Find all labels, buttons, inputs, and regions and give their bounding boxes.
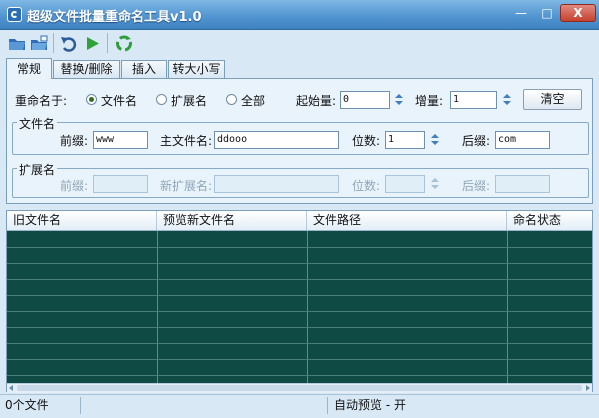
tab-replace-delete[interactable]: 替换/删除 <box>53 60 120 78</box>
ext-prefix-input[interactable] <box>93 175 148 193</box>
scroll-left-icon[interactable] <box>9 385 13 391</box>
ext-digits-input[interactable] <box>385 175 425 193</box>
rename-target-label: 重命名于: <box>15 94 68 108</box>
grid-row-line <box>7 327 592 328</box>
status-divider <box>327 397 328 414</box>
grid-row-line <box>7 343 592 344</box>
radio-filename[interactable] <box>86 94 97 105</box>
spin-down-icon[interactable] <box>501 100 513 108</box>
suffix-input[interactable]: com <box>495 131 550 149</box>
main-name-input[interactable]: ddooo <box>214 131 339 149</box>
spin-down-icon[interactable] <box>429 140 441 148</box>
open-folder-icon[interactable] <box>8 35 26 52</box>
recycle-icon[interactable] <box>115 35 133 52</box>
grid-row-line <box>7 263 592 264</box>
toolbar-separator <box>107 33 108 53</box>
tab-insert[interactable]: 插入 <box>121 60 167 78</box>
spin-up-icon[interactable] <box>429 132 441 140</box>
radio-all[interactable] <box>226 94 237 105</box>
prefix-label: 前缀: <box>60 134 89 148</box>
clear-button[interactable]: 清空 <box>523 89 582 110</box>
app-icon <box>7 7 22 22</box>
ext-digits-spinner[interactable] <box>429 176 441 192</box>
digits-spinner[interactable] <box>429 132 441 148</box>
grid-row-line <box>7 247 592 248</box>
filename-group-title: 文件名 <box>17 115 58 132</box>
window-title: 超级文件批量重命名工具v1.0 <box>27 10 202 25</box>
radio-extension[interactable] <box>156 94 167 105</box>
close-button[interactable]: X <box>560 4 596 22</box>
horizontal-scrollbar[interactable] <box>7 383 592 393</box>
ext-suffix-input[interactable] <box>495 175 550 193</box>
minimize-button[interactable]: — <box>510 4 532 22</box>
main-name-label: 主文件名: <box>160 134 213 148</box>
grid-row-line <box>7 359 592 360</box>
table-header: 旧文件名 预览新文件名 文件路径 命名状态 <box>7 211 592 231</box>
toolbar-separator <box>53 33 54 53</box>
step-input[interactable]: 1 <box>450 91 497 109</box>
grid-column-line <box>307 231 308 383</box>
grid-row-line <box>7 279 592 280</box>
radio-extension-label[interactable]: 扩展名 <box>171 92 207 109</box>
spin-up-icon[interactable] <box>501 92 513 100</box>
extension-group-title: 扩展名 <box>17 161 58 178</box>
spin-down-icon[interactable] <box>429 184 441 192</box>
digits-input[interactable]: 1 <box>385 131 425 149</box>
spin-down-icon[interactable] <box>393 100 405 108</box>
maximize-button[interactable]: □ <box>536 4 558 22</box>
step-spinner[interactable] <box>501 92 513 108</box>
radio-filename-label[interactable]: 文件名 <box>101 92 137 109</box>
file-table[interactable]: 旧文件名 预览新文件名 文件路径 命名状态 <box>6 210 593 393</box>
run-icon[interactable] <box>84 35 102 52</box>
status-bar <box>0 394 599 418</box>
column-header-status[interactable]: 命名状态 <box>507 211 592 230</box>
grid-row-line <box>7 375 592 376</box>
add-folder-icon[interactable] <box>30 35 48 52</box>
ext-suffix-label: 后缀: <box>462 179 491 193</box>
prefix-input[interactable]: www <box>93 131 148 149</box>
scroll-right-icon[interactable] <box>586 385 590 391</box>
grid-column-line <box>157 231 158 383</box>
column-header-old-name[interactable]: 旧文件名 <box>7 211 157 230</box>
tab-general[interactable]: 常规 <box>6 58 52 79</box>
spin-up-icon[interactable] <box>393 92 405 100</box>
column-header-preview-name[interactable]: 预览新文件名 <box>157 211 307 230</box>
step-label: 增量: <box>415 94 444 108</box>
start-value-input[interactable]: 0 <box>340 91 390 109</box>
grid-column-line <box>507 231 508 383</box>
ext-digits-label: 位数: <box>352 179 381 193</box>
file-count-status: 0个文件 <box>5 398 49 412</box>
start-value-spinner[interactable] <box>393 92 405 108</box>
grid-row-line <box>7 295 592 296</box>
tab-case-convert[interactable]: 转大小写 <box>168 60 225 78</box>
start-value-label: 起始量: <box>296 94 337 108</box>
radio-all-label[interactable]: 全部 <box>241 92 265 109</box>
digits-label: 位数: <box>352 134 381 148</box>
ext-prefix-label: 前缀: <box>60 179 89 193</box>
scrollbar-thumb[interactable] <box>17 385 582 391</box>
suffix-label: 后缀: <box>462 134 491 148</box>
auto-preview-status: 自动预览 - 开 <box>334 398 406 412</box>
spin-up-icon[interactable] <box>429 176 441 184</box>
status-divider <box>80 397 81 414</box>
new-extension-label: 新扩展名: <box>160 179 213 193</box>
column-header-path[interactable]: 文件路径 <box>307 211 507 230</box>
grid-row-line <box>7 311 592 312</box>
new-extension-input[interactable] <box>214 175 339 193</box>
undo-icon[interactable] <box>60 35 78 52</box>
